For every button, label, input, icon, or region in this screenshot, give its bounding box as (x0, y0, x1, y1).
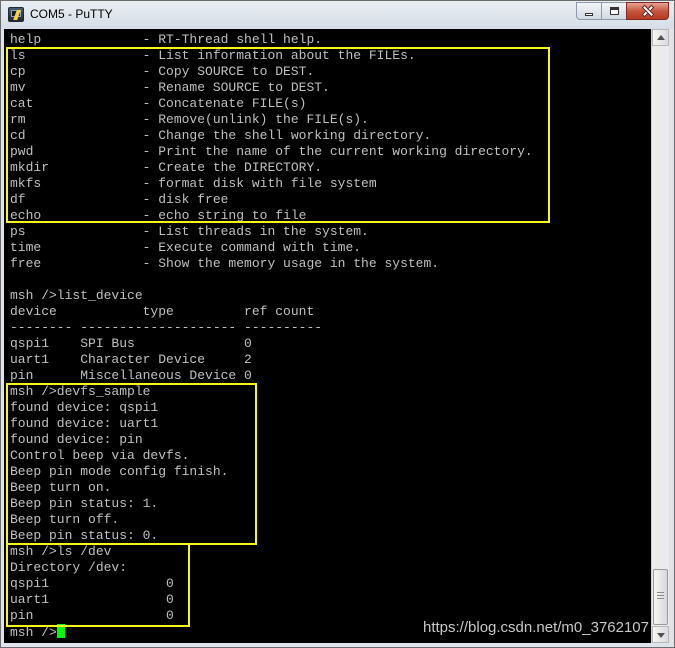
minimize-button[interactable] (576, 2, 602, 20)
scroll-down-arrow-icon[interactable] (652, 626, 669, 643)
close-button[interactable] (626, 2, 669, 20)
window-controls (576, 2, 669, 20)
scrollbar-thumb[interactable] (653, 569, 668, 625)
prompt-text: msh /> (10, 625, 57, 640)
title-bar[interactable]: COM5 - PuTTY (1, 1, 674, 29)
highlight-box-file-commands (6, 47, 550, 223)
window-title: COM5 - PuTTY (30, 7, 113, 21)
putty-window: COM5 - PuTTY help - RT-Thread shell help… (0, 0, 675, 648)
maximize-button[interactable] (601, 2, 627, 20)
highlight-box-ls-dev (6, 543, 190, 627)
terminal-line: msh />list_device (10, 288, 143, 303)
terminal-line: uart1 Character Device 2 (10, 352, 252, 367)
terminal-line: help - RT-Thread shell help. (10, 32, 323, 47)
highlight-box-devfs-sample (6, 383, 257, 545)
terminal-line: qspi1 SPI Bus 0 (10, 336, 252, 351)
terminal-line: -------- -------------------- ---------- (10, 320, 323, 335)
terminal-line: device type ref count (10, 304, 315, 319)
maximize-icon (609, 7, 619, 15)
vertical-scrollbar[interactable] (651, 29, 669, 643)
grip-icon (657, 592, 664, 600)
close-icon (642, 5, 654, 17)
scroll-up-arrow-icon[interactable] (652, 29, 669, 46)
terminal-line: ps - List threads in the system. (10, 224, 369, 239)
minimize-icon (585, 12, 593, 16)
terminal-line: pin Miscellaneous Device 0 (10, 368, 252, 383)
terminal-area[interactable]: help - RT-Thread shell help. ls - List in… (4, 29, 651, 643)
putty-icon[interactable] (8, 7, 24, 22)
watermark: https://blog.csdn.net/m0_3762107 (423, 619, 649, 636)
terminal-line: free - Show the memory usage in the syst… (10, 256, 440, 271)
terminal-line: time - Execute command with time. (10, 240, 362, 255)
